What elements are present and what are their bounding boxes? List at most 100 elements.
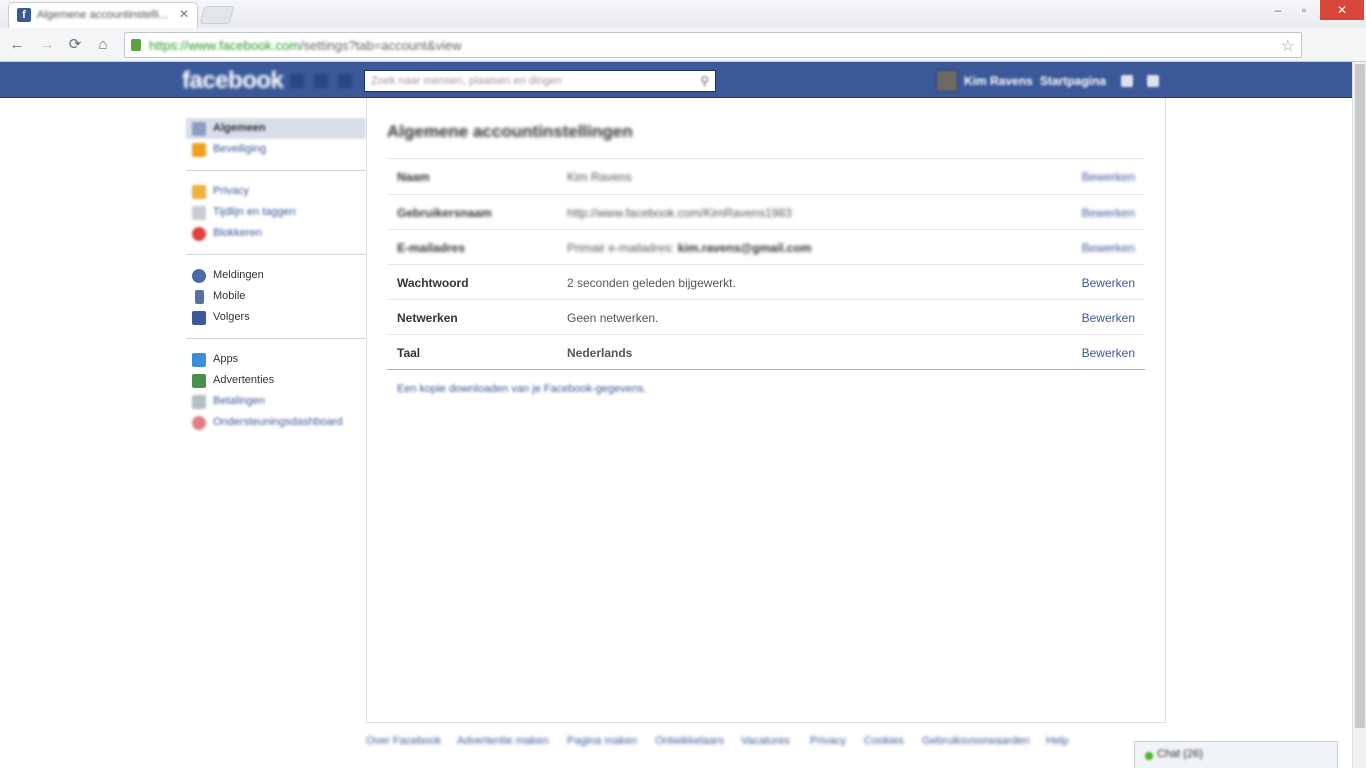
sidebar-item-label: Betalingen (213, 395, 265, 407)
edit-link[interactable]: Bewerken (1082, 346, 1135, 360)
reload-icon[interactable]: ⟳ (64, 34, 86, 56)
footer-link[interactable]: Help (1046, 735, 1069, 747)
edit-link[interactable]: Bewerken (1082, 241, 1135, 255)
window-maximize-button[interactable]: ▫ (1292, 0, 1316, 20)
block-icon (192, 227, 206, 241)
row-value: http://www.facebook.com/KimRavens1983 (567, 206, 792, 220)
footer-link[interactable]: Advertentie maken (457, 735, 549, 747)
search-input[interactable]: Zoek naar mensen, plaatsen en dingen ⚲ (364, 70, 716, 92)
settings-gear-icon[interactable] (1147, 75, 1159, 87)
sidebar-item-privacy[interactable]: Privacy (186, 181, 366, 202)
sidebar-item-general[interactable]: Algemeen (186, 118, 366, 139)
search-icon[interactable]: ⚲ (700, 74, 709, 88)
wrench-icon (192, 122, 206, 136)
footer-link[interactable]: Cookies (864, 735, 904, 747)
settings-row-name[interactable]: Naam Kim Ravens Bewerken (387, 159, 1145, 194)
notifications-icon[interactable] (338, 74, 352, 88)
row-label: Gebruikersnaam (397, 206, 492, 220)
new-tab-button[interactable] (199, 6, 235, 24)
facebook-logo[interactable]: facebook (182, 67, 284, 95)
edit-link[interactable]: Bewerken (1082, 311, 1135, 325)
calendar-icon (192, 206, 206, 220)
settings-row-email[interactable]: E-mailadres Primair e-mailadres: kim.rav… (387, 229, 1145, 264)
cube-icon (192, 353, 206, 367)
bookmark-star-icon[interactable]: ☆ (1281, 36, 1295, 56)
chat-label: Chat (26) (1157, 748, 1203, 760)
sidebar-item-security[interactable]: Beveiliging (186, 139, 366, 160)
sidebar-item-label: Algemeen (213, 122, 266, 134)
sidebar-divider (186, 338, 366, 339)
download-data-link[interactable]: Een kopie downloaden van je Facebook-geg… (397, 383, 647, 395)
page-footer: Over Facebook Advertentie maken Pagina m… (366, 735, 1126, 749)
chat-bar[interactable]: Chat (26) (1134, 741, 1338, 768)
row-value: Nederlands (567, 346, 633, 360)
address-bar[interactable]: https://www.facebook.com/settings?tab=ac… (124, 32, 1302, 58)
home-link[interactable]: Startpagina (1040, 74, 1106, 88)
sidebar-item-label: Volgers (213, 311, 250, 323)
facebook-favicon-icon: f (17, 8, 31, 22)
friend-requests-icon[interactable] (290, 74, 304, 88)
edit-link[interactable]: Bewerken (1082, 170, 1135, 184)
ads-icon (192, 374, 206, 388)
settings-table: Naam Kim Ravens Bewerken Gebruikersnaam … (387, 158, 1145, 370)
browser-toolbar: ← → ⟳ ⌂ https://www.facebook.com/setting… (0, 28, 1366, 81)
row-label: Taal (397, 346, 421, 360)
sidebar-item-label: Advertenties (213, 374, 275, 386)
home-icon[interactable]: ⌂ (92, 34, 114, 56)
row-value: Geen netwerken. (567, 311, 659, 325)
row-label: Wachtwoord (397, 276, 469, 290)
sidebar-item-label: Apps (213, 353, 239, 365)
back-icon[interactable]: ← (6, 34, 28, 56)
lifebuoy-icon (192, 416, 206, 430)
footer-link[interactable]: Gebruiksvoorwaarden (922, 735, 1030, 747)
footer-link[interactable]: Over Facebook (366, 735, 441, 747)
sidebar-item-mobile[interactable]: Mobile (186, 286, 366, 307)
sidebar-item-apps[interactable]: Apps (186, 349, 366, 370)
footer-link[interactable]: Privacy (810, 735, 846, 747)
sidebar-item-label: Mobile (213, 290, 246, 302)
sidebar-item-blocking[interactable]: Blokkeren (186, 223, 366, 244)
settings-row-networks[interactable]: Netwerken Geen netwerken. Bewerken (387, 299, 1145, 334)
forward-icon[interactable]: → (36, 34, 58, 56)
sidebar-item-support[interactable]: Ondersteuningsdashboard (186, 412, 366, 433)
sidebar-item-ads[interactable]: Advertenties (186, 370, 366, 391)
row-label: Netwerken (397, 311, 458, 325)
profile-name-link[interactable]: Kim Ravens (964, 74, 1033, 88)
settings-panel: Algemene accountinstellingen Naam Kim Ra… (366, 98, 1166, 723)
footer-link[interactable]: Ontwikkelaars (655, 735, 724, 747)
avatar[interactable] (936, 70, 958, 92)
lock-icon (192, 185, 206, 199)
window-close-button[interactable]: ✕ (1320, 0, 1364, 20)
settings-row-language[interactable]: Taal Nederlands Bewerken (387, 334, 1145, 369)
online-status-icon (1145, 752, 1153, 760)
page-scrollbar[interactable] (1352, 62, 1366, 768)
settings-sidebar: Algemeen Beveiliging Privacy Tijdlijn en… (186, 118, 366, 433)
browser-tab[interactable]: f Algemene accountinstelli... ✕ (8, 2, 198, 28)
page-title: Algemene accountinstellingen (387, 122, 633, 141)
settings-row-password[interactable]: Wachtwoord 2 seconden geleden bijgewerkt… (387, 264, 1145, 299)
sidebar-item-label: Beveiliging (213, 143, 267, 155)
row-label: E-mailadres (397, 241, 466, 255)
row-value: 2 seconden geleden bijgewerkt. (567, 276, 736, 290)
find-friends-icon[interactable] (1121, 75, 1133, 87)
edit-link[interactable]: Bewerken (1082, 206, 1135, 220)
sidebar-item-followers[interactable]: Volgers (186, 307, 366, 328)
window-minimize-button[interactable]: – (1266, 0, 1290, 20)
sidebar-item-notifications[interactable]: Meldingen (186, 265, 366, 286)
phone-icon (195, 290, 204, 304)
settings-row-username[interactable]: Gebruikersnaam http://www.facebook.com/K… (387, 194, 1145, 229)
sidebar-item-label: Ondersteuningsdashboard (213, 416, 343, 428)
messages-icon[interactable] (314, 74, 328, 88)
rss-icon (192, 311, 206, 325)
footer-link[interactable]: Pagina maken (567, 735, 637, 747)
globe-icon (192, 269, 206, 283)
sidebar-divider (186, 254, 366, 255)
tab-close-icon[interactable]: ✕ (179, 7, 189, 21)
scrollbar-thumb[interactable] (1355, 64, 1365, 728)
sidebar-item-timeline[interactable]: Tijdlijn en taggen (186, 202, 366, 223)
footer-link[interactable]: Vacatures (741, 735, 790, 747)
row-value: Kim Ravens (567, 170, 632, 184)
edit-link[interactable]: Bewerken (1082, 276, 1135, 290)
sidebar-item-payments[interactable]: Betalingen (186, 391, 366, 412)
facebook-header: facebook Zoek naar mensen, plaatsen en d… (0, 62, 1352, 98)
